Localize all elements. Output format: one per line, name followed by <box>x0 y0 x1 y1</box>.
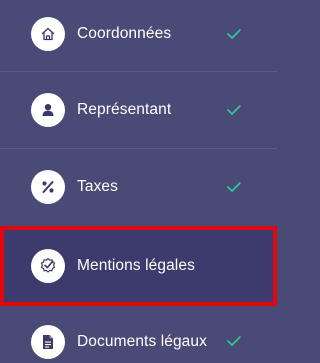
menu-item-documents-legaux[interactable]: Documents légaux <box>0 306 277 363</box>
checkmark-icon <box>227 104 241 115</box>
menu-item-label: Représentant <box>77 100 172 118</box>
checkmark-icon <box>227 336 241 346</box>
menu-item-label: Taxes <box>77 177 118 195</box>
menu-item-representant[interactable]: Représentant <box>0 72 277 147</box>
certificate-check-icon <box>31 249 65 283</box>
menu-item-label: Documents légaux <box>77 333 207 350</box>
document-icon <box>31 325 65 359</box>
percent-icon <box>31 169 65 204</box>
home-icon <box>31 16 65 51</box>
menu-item-mentions-legales[interactable]: Mentions légales <box>0 226 277 306</box>
sidebar-steps-menu: Coordonnées Représentant Taxes Mentions … <box>0 0 277 363</box>
checkmark-icon <box>227 181 241 192</box>
user-icon <box>31 92 65 127</box>
checkmark-icon <box>227 28 241 39</box>
menu-item-label: Coordonnées <box>77 24 172 42</box>
menu-item-taxes[interactable]: Taxes <box>0 149 277 224</box>
menu-item-coordonnees[interactable]: Coordonnées <box>0 0 277 71</box>
menu-item-label: Mentions légales <box>77 257 195 274</box>
